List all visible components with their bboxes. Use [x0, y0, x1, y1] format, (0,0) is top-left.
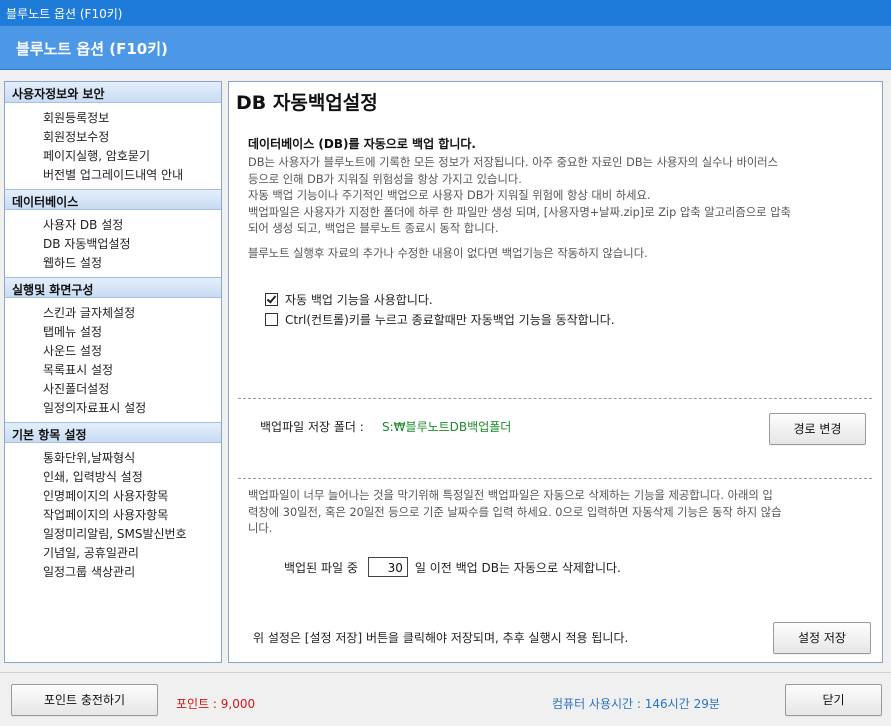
sidebar-section-display: 실행및 화면구성 스킨과 글자체설정 탭메뉴 설정 사운드 설정 목록표시 설정…	[5, 277, 221, 422]
sidebar-item-tab-menu[interactable]: 탭메뉴 설정	[5, 323, 221, 342]
footer: 포인트 충전하기 포인트 : 9,000 컴퓨터 사용시간 : 146시간 29…	[0, 672, 891, 726]
sidebar-section-database: 데이터베이스 사용자 DB 설정 DB 자동백업설정 웹하드 설정	[5, 189, 221, 277]
sidebar-item-member-edit[interactable]: 회원정보수정	[5, 128, 221, 147]
divider	[238, 478, 872, 479]
sidebar-item-print-input[interactable]: 인쇄, 입력방식 설정	[5, 468, 221, 487]
close-button[interactable]: 닫기	[785, 684, 882, 716]
save-settings-button[interactable]: 설정 저장	[773, 622, 871, 654]
sidebar-item-sound[interactable]: 사운드 설정	[5, 342, 221, 361]
sidebar: 사용자정보와 보안 회원등록정보 회원정보수정 페이지실행, 암호묻기 버전별 …	[4, 81, 222, 663]
sidebar-item-db-auto-backup[interactable]: DB 자동백업설정	[5, 235, 221, 254]
description-line: 백업파일은 사용자가 지정한 폴더에 하루 한 파일만 생성 되며, [사용자명…	[248, 205, 791, 219]
sidebar-item-page-password[interactable]: 페이지실행, 암호묻기	[5, 147, 221, 166]
auto-backup-option[interactable]: 자동 백업 기능을 사용합니다.	[265, 291, 433, 307]
sidebar-item-reminder-sms[interactable]: 일정미리알림, SMS발신번호	[5, 525, 221, 544]
charge-points-button[interactable]: 포인트 충전하기	[11, 684, 158, 716]
description-line: 등으로 인해 DB가 지워질 위험성을 항상 가지고 있습니다.	[248, 172, 522, 186]
page-header: 블루노트 옵션 (F10키)	[0, 26, 891, 70]
sidebar-section-header: 데이터베이스	[5, 189, 221, 210]
divider	[238, 398, 872, 399]
change-path-button[interactable]: 경로 변경	[769, 413, 866, 445]
auto-delete-row: 백업된 파일 중 일 이전 백업 DB는 자동으로 삭제합니다.	[284, 557, 621, 577]
sidebar-item-currency-date[interactable]: 통화단위,날짜형식	[5, 449, 221, 468]
sidebar-item-schedule-group-color[interactable]: 일정그룹 색상관리	[5, 563, 221, 582]
backup-description: DB는 사용자가 블루노트에 기록한 모든 정보가 저장됩니다. 아주 중요한 …	[248, 155, 862, 238]
sidebar-item-skin-font[interactable]: 스킨과 글자체설정	[5, 304, 221, 323]
delete-days-input[interactable]	[367, 557, 408, 577]
section-subtitle: 데이터베이스 (DB)를 자동으로 백업 합니다.	[248, 137, 476, 151]
sidebar-item-anniversary-holiday[interactable]: 기념일, 공휴일관리	[5, 544, 221, 563]
description-line: 백업파일이 너무 늘어나는 것을 막기위해 특정일전 백업파일은 자동으로 삭제…	[248, 489, 773, 502]
sidebar-section-basic-items: 기본 항목 설정 통화단위,날짜형식 인쇄, 입력방식 설정 인명페이지의 사용…	[5, 422, 221, 586]
sidebar-section-header: 기본 항목 설정	[5, 422, 221, 443]
sidebar-item-upgrade-history[interactable]: 버전별 업그레이드내역 안내	[5, 166, 221, 185]
backup-note: 블루노트 실행후 자료의 추가나 수정한 내용이 없다면 백업기능은 작동하지 …	[248, 247, 648, 260]
sidebar-item-webhard[interactable]: 웹하드 설정	[5, 254, 221, 273]
auto-backup-checkbox[interactable]	[265, 292, 278, 306]
sidebar-section-header: 사용자정보와 보안	[5, 82, 221, 103]
sidebar-item-member-info[interactable]: 회원등록정보	[5, 109, 221, 128]
sidebar-item-list-display[interactable]: 목록표시 설정	[5, 361, 221, 380]
auto-delete-description: 백업파일이 너무 늘어나는 것을 막기위해 특정일전 백업파일은 자동으로 삭제…	[248, 488, 862, 538]
save-note: 위 설정은 [설정 저장] 버튼을 클릭해야 저장되며, 추후 실행시 적용 됩…	[253, 631, 629, 645]
ctrl-backup-option[interactable]: Ctrl(컨트롤)키를 누르고 종료할때만 자동백업 기능을 동작합니다.	[265, 311, 615, 327]
description-line: 자동 백업 기능이나 주기적인 백업으로 사용자 DB가 지워질 위험에 항상 …	[248, 189, 651, 202]
description-line: 니다.	[248, 522, 273, 535]
window-titlebar: 블루노트 옵션 (F10키)	[0, 0, 891, 26]
description-line: 되어 생성 되고, 백업은 블루노트 종료시 동작 합니다.	[248, 222, 499, 235]
backup-folder-path: S:₩블루노트DB백업폴더	[382, 420, 512, 434]
sidebar-item-task-fields[interactable]: 작업페이지의 사용자항목	[5, 506, 221, 525]
usage-time-display: 컴퓨터 사용시간 : 146시간 29분	[552, 697, 720, 711]
backup-folder-label: 백업파일 저장 폴더 :	[260, 420, 364, 434]
description-line: 력창에 30일전, 혹은 20일전 등으로 기준 날짜수를 입력 하세요. 0으…	[248, 505, 782, 519]
auto-delete-suffix: 일 이전 백업 DB는 자동으로 삭제합니다.	[414, 560, 621, 575]
auto-backup-label[interactable]: 자동 백업 기능을 사용합니다.	[285, 291, 433, 308]
main-panel: DB 자동백업설정 데이터베이스 (DB)를 자동으로 백업 합니다. DB는 …	[228, 81, 883, 663]
page-title: DB 자동백업설정	[236, 92, 378, 114]
ctrl-backup-label[interactable]: Ctrl(컨트롤)키를 누르고 종료할때만 자동백업 기능을 동작합니다.	[285, 311, 615, 328]
sidebar-item-person-fields[interactable]: 인명페이지의 사용자항목	[5, 487, 221, 506]
sidebar-section-header: 실행및 화면구성	[5, 277, 221, 298]
sidebar-item-user-db[interactable]: 사용자 DB 설정	[5, 216, 221, 235]
points-display: 포인트 : 9,000	[176, 697, 256, 711]
sidebar-item-schedule-display[interactable]: 일정의자료표시 설정	[5, 399, 221, 418]
checkmark-icon	[266, 292, 277, 304]
sidebar-section-user-security: 사용자정보와 보안 회원등록정보 회원정보수정 페이지실행, 암호묻기 버전별 …	[5, 82, 221, 189]
ctrl-backup-checkbox[interactable]	[265, 312, 278, 326]
auto-delete-prefix: 백업된 파일 중	[284, 560, 358, 575]
description-line: DB는 사용자가 블루노트에 기록한 모든 정보가 저장됩니다. 아주 중요한 …	[248, 156, 779, 169]
sidebar-item-photo-folder[interactable]: 사진폴더설정	[5, 380, 221, 399]
